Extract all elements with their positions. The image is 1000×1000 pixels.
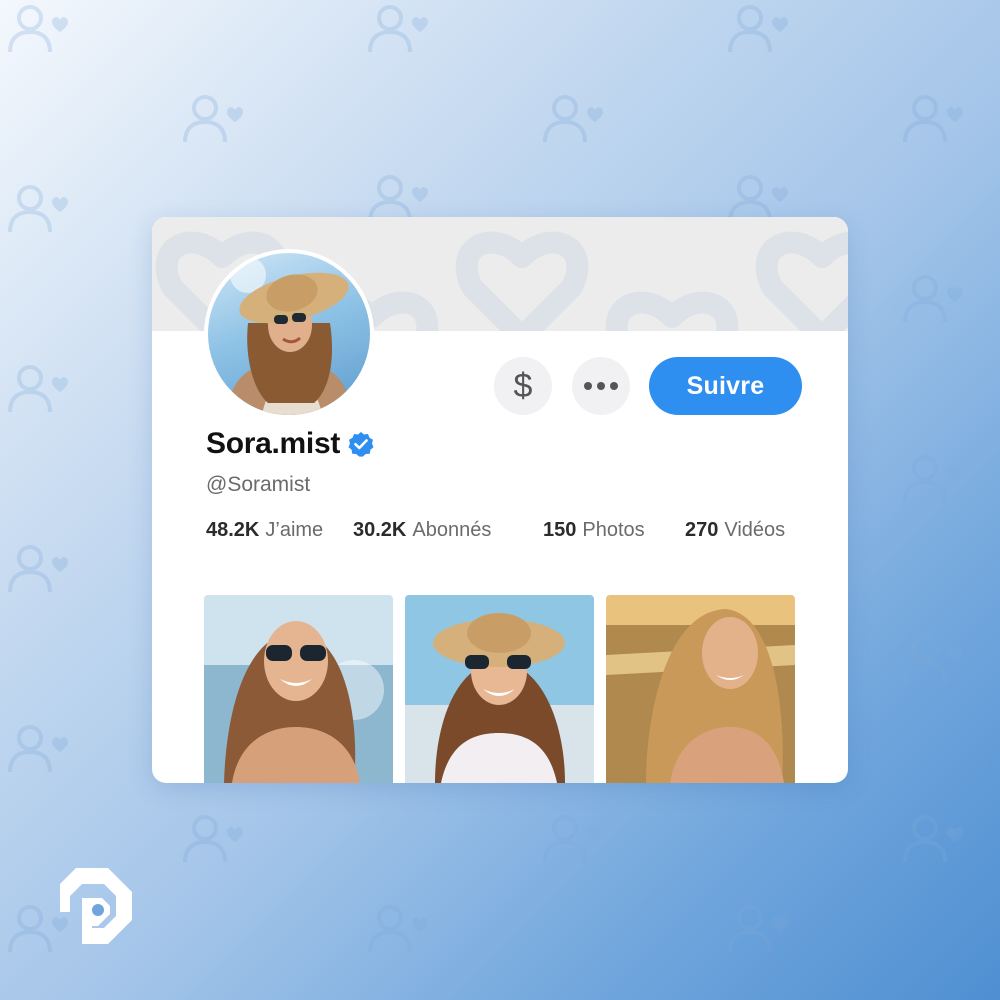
- beach-photo-straw-hat-icon: [405, 595, 594, 783]
- brand-logo-icon: [60, 868, 132, 944]
- stat-photos[interactable]: 150 Photos: [543, 519, 645, 542]
- gallery-photo-3[interactable]: [606, 595, 795, 783]
- avatar-photo: [228, 257, 350, 415]
- profile-name-row: Sora.mist: [206, 427, 374, 461]
- more-options-button[interactable]: [572, 357, 630, 415]
- stat-likes-label: J’aime: [265, 519, 324, 541]
- stat-followers-value: 30.2K: [353, 519, 407, 541]
- beach-photo-sunset-icon: [606, 595, 795, 783]
- more-horizontal-icon: [584, 382, 618, 390]
- beach-photo-sunglasses-icon: [204, 595, 393, 783]
- verified-badge-icon: [348, 432, 374, 457]
- stat-photos-value: 150: [543, 519, 577, 541]
- gallery-photo-1[interactable]: [204, 595, 393, 783]
- tip-button[interactable]: $: [494, 357, 552, 415]
- stat-followers[interactable]: 30.2K Abonnés: [353, 519, 491, 542]
- profile-name: Sora.mist: [206, 427, 341, 460]
- follow-button[interactable]: Suivre: [649, 357, 802, 415]
- avatar[interactable]: [204, 249, 374, 419]
- profile-card: $ Suivre Sora.mist @Soramist 48.2K J’aime…: [152, 217, 848, 783]
- stat-likes-value: 48.2K: [206, 519, 260, 541]
- stat-videos-label: Vidéos: [724, 519, 786, 541]
- stat-followers-label: Abonnés: [412, 519, 492, 541]
- stat-likes[interactable]: 48.2K J’aime: [206, 519, 323, 542]
- stat-videos[interactable]: 270 Vidéos: [685, 519, 785, 542]
- dollar-icon: $: [513, 366, 533, 405]
- gallery-photo-2[interactable]: [405, 595, 594, 783]
- stat-videos-value: 270: [685, 519, 719, 541]
- stat-photos-label: Photos: [582, 519, 645, 541]
- profile-handle: @Soramist: [206, 473, 311, 496]
